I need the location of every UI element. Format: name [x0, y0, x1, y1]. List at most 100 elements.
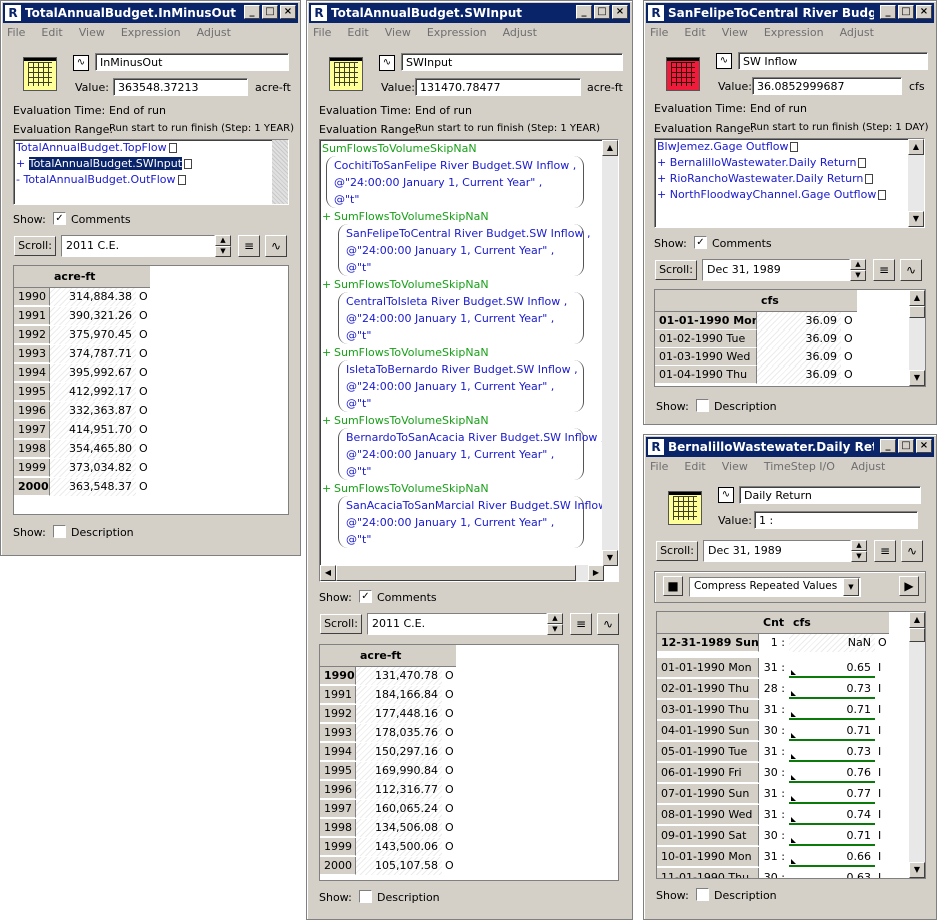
row-date-header[interactable]: 1997: [320, 800, 356, 818]
menu-edit[interactable]: Edit: [682, 459, 707, 474]
comments-checkbox[interactable]: ✓: [53, 212, 66, 225]
value-cell[interactable]: 375,970.45: [50, 326, 136, 344]
value-cell[interactable]: 36.09: [757, 366, 841, 384]
function-name[interactable]: SumFlowsToVolumeSkipNaN: [332, 481, 489, 497]
description-checkbox[interactable]: [696, 888, 709, 901]
row-date-header[interactable]: 1992: [14, 326, 50, 344]
row-date-header[interactable]: 1999: [14, 459, 50, 477]
row-date-header[interactable]: 12-31-1989 Sun: [657, 634, 759, 652]
row-date-header[interactable]: 2000: [14, 478, 50, 496]
slot-name-field[interactable]: SW Inflow: [738, 52, 928, 70]
menu-timestep-io[interactable]: TimeStep I/O: [762, 459, 837, 474]
title-bar[interactable]: R BernalilloWastewater.Daily Return _ □ …: [646, 437, 934, 457]
function-arg-slot[interactable]: BernardoToSanAcacia River Budget.SW Infl…: [344, 430, 604, 446]
menu-expression[interactable]: Expression: [119, 25, 183, 40]
value-cell[interactable]: 0.63: [789, 868, 875, 878]
row-date-header[interactable]: 1997: [14, 421, 50, 439]
menu-view[interactable]: View: [77, 25, 107, 40]
scroll-right-icon[interactable]: ▶: [588, 565, 604, 581]
row-date-header[interactable]: 1994: [14, 364, 50, 382]
row-date-header[interactable]: 1992: [320, 705, 356, 723]
function-arg-date[interactable]: @"24:00:00 January 1, Current Year" ,: [332, 175, 542, 191]
expr-scrollbar[interactable]: ▲ ▼: [908, 139, 924, 227]
row-date-header[interactable]: 1995: [320, 762, 356, 780]
row-date-header[interactable]: 01-02-1990 Tue: [655, 330, 757, 348]
expr-hscrollbar[interactable]: ◀ ▶: [320, 565, 604, 581]
menu-edit[interactable]: Edit: [345, 25, 370, 40]
value-cell[interactable]: 395,992.67: [50, 364, 136, 382]
function-arg-t[interactable]: @"t": [332, 192, 359, 208]
title-bar[interactable]: R SanFelipeToCentral River Budget.S... _…: [646, 3, 934, 23]
slot-name-field[interactable]: Daily Return: [739, 486, 921, 504]
value-cell[interactable]: 0.66: [789, 847, 875, 867]
value-cell[interactable]: 177,448.16: [356, 705, 442, 723]
row-date-header[interactable]: 10-01-1990 Mon: [657, 847, 759, 867]
scroll-date-field[interactable]: Dec 31, 1989: [703, 540, 851, 562]
function-name[interactable]: SumFlowsToVolumeSkipNaN: [332, 345, 489, 361]
expr-term[interactable]: TotalAnnualBudget.TopFlow: [14, 140, 288, 156]
value-cell[interactable]: NaN: [789, 634, 875, 652]
menu-adjust[interactable]: Adjust: [501, 25, 539, 40]
menu-file[interactable]: File: [5, 25, 27, 40]
scroll-down-icon[interactable]: ▼: [909, 862, 925, 878]
maximize-button[interactable]: □: [594, 5, 610, 19]
row-date-header[interactable]: 1996: [320, 781, 356, 799]
plot-icon[interactable]: ∿: [265, 235, 287, 257]
value-cell[interactable]: 134,506.08: [356, 819, 442, 837]
menu-view[interactable]: View: [720, 459, 750, 474]
row-date-header[interactable]: 1993: [14, 345, 50, 363]
expr-term[interactable]: + TotalAnnualBudget.SWInput: [14, 156, 288, 172]
row-date-header[interactable]: 01-04-1990 Thu: [655, 366, 757, 384]
value-cell[interactable]: 178,035.76: [356, 724, 442, 742]
value-cell[interactable]: 0.73: [789, 742, 875, 762]
value-cell[interactable]: 0.71: [789, 826, 875, 846]
function-arg-t[interactable]: @"t": [344, 464, 371, 480]
menu-view[interactable]: View: [383, 25, 413, 40]
row-date-header[interactable]: 1998: [320, 819, 356, 837]
row-date-header[interactable]: 03-01-1990 Thu: [657, 700, 759, 720]
value-cell[interactable]: 184,166.84: [356, 686, 442, 704]
value-cell[interactable]: 0.71: [789, 700, 875, 720]
scroll-spinner[interactable]: ▲ ▼: [851, 540, 867, 562]
scroll-spinner[interactable]: ▲ ▼: [215, 235, 231, 257]
scroll-down-icon[interactable]: ▼: [908, 211, 924, 227]
row-date-header[interactable]: 09-01-1990 Sat: [657, 826, 759, 846]
menu-file[interactable]: File: [648, 459, 670, 474]
value-field[interactable]: 36.0852999687: [752, 77, 902, 95]
value-cell[interactable]: 374,787.71: [50, 345, 136, 363]
description-checkbox[interactable]: [696, 399, 709, 412]
table-view-icon[interactable]: ≡: [570, 613, 592, 635]
description-checkbox[interactable]: [359, 890, 372, 903]
value-field[interactable]: 131470.78477: [415, 78, 581, 96]
row-date-header[interactable]: 11-01-1990 Thu: [657, 868, 759, 878]
plot-icon[interactable]: ∿: [901, 540, 923, 562]
expr-term[interactable]: + BernalilloWastewater.Daily Return: [655, 155, 924, 171]
function-arg-date[interactable]: @"24:00:00 January 1, Current Year" ,: [344, 243, 554, 259]
function-name[interactable]: SumFlowsToVolumeSkipNaN: [332, 209, 489, 225]
value-cell[interactable]: 150,297.16: [356, 743, 442, 761]
expr-term[interactable]: - TotalAnnualBudget.OutFlow: [14, 172, 288, 188]
table-view-icon[interactable]: ≡: [874, 540, 896, 562]
plot-icon[interactable]: ∿: [597, 613, 619, 635]
expression-editor[interactable]: SumFlowsToVolumeSkipNaN CochitiToSanFelip…: [319, 139, 619, 582]
row-date-header[interactable]: 05-01-1990 Tue: [657, 742, 759, 762]
menu-adjust[interactable]: Adjust: [195, 25, 233, 40]
scroll-spinner[interactable]: ▲ ▼: [547, 613, 563, 635]
row-date-header[interactable]: 1994: [320, 743, 356, 761]
comments-checkbox[interactable]: ✓: [694, 236, 707, 249]
function-arg-t[interactable]: @"t": [344, 328, 371, 344]
close-button[interactable]: ×: [916, 439, 932, 453]
play-icon[interactable]: ▶: [899, 576, 919, 596]
function-arg-t[interactable]: @"t": [344, 260, 371, 276]
value-field[interactable]: 1 :: [754, 511, 918, 529]
scroll-date-field[interactable]: 2011 C.E.: [367, 613, 547, 635]
minimize-button[interactable]: _: [880, 439, 896, 453]
value-cell[interactable]: 36.09: [757, 348, 841, 366]
table-view-icon[interactable]: ≡: [238, 235, 260, 257]
row-date-header[interactable]: 1990: [320, 667, 356, 685]
scroll-button[interactable]: Scroll:: [14, 236, 56, 256]
scroll-date-field[interactable]: Dec 31, 1989: [702, 259, 850, 281]
value-cell[interactable]: 105,107.58: [356, 857, 442, 875]
close-button[interactable]: ×: [916, 5, 932, 19]
table-scroll-thumb[interactable]: [909, 306, 925, 318]
